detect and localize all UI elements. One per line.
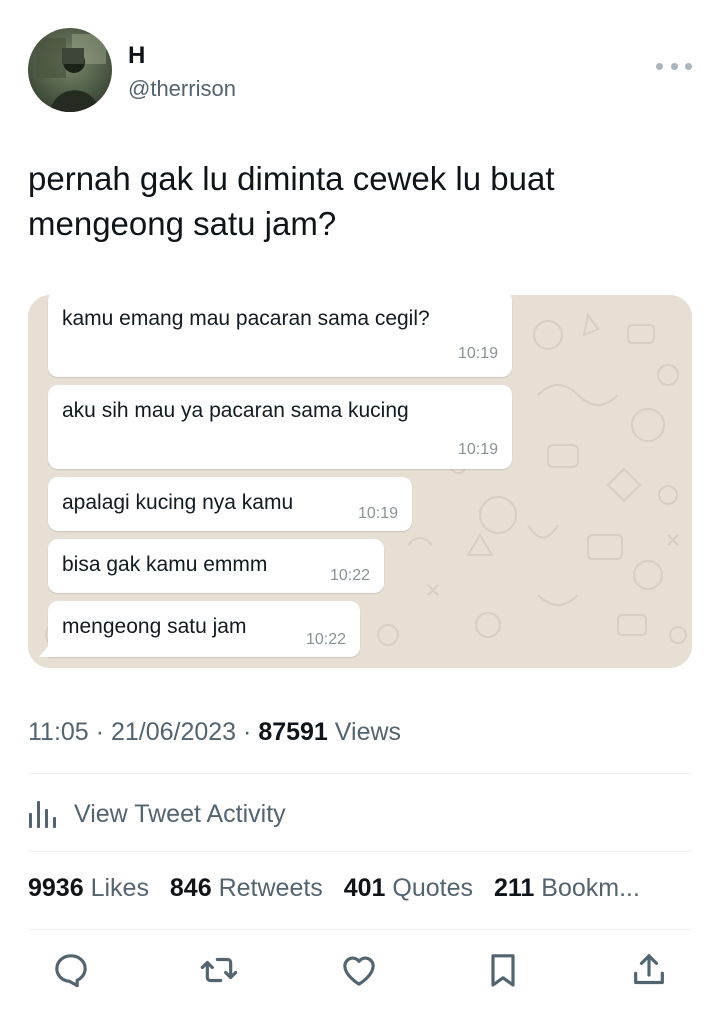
chat-message-text: bisa gak kamu emmm xyxy=(62,553,268,576)
author-handle[interactable]: @therrison xyxy=(128,76,236,102)
retweets-stat[interactable]: 846 Retweets xyxy=(170,874,323,902)
like-icon xyxy=(343,956,375,986)
quotes-label: Quotes xyxy=(392,874,474,902)
share-icon xyxy=(634,954,664,985)
bookmarks-count: 211 xyxy=(493,874,535,902)
bookmark-button[interactable] xyxy=(478,945,528,995)
bookmarks-label: Bookm... xyxy=(541,874,640,902)
tweet-time[interactable]: 11:05 xyxy=(28,718,89,746)
chat-message: apalagi kucing nya kamu 10:19 xyxy=(48,477,412,531)
reply-button[interactable] xyxy=(46,945,96,995)
chat-message-text: aku sih mau ya pacaran sama kucing xyxy=(62,399,409,422)
author-name[interactable]: H xyxy=(128,42,145,70)
tweet-media-image[interactable]: kamu emang mau pacaran sama cegil? 10:19… xyxy=(28,295,692,668)
tweet-action-bar xyxy=(28,945,692,995)
views-label: Views xyxy=(334,718,402,746)
divider xyxy=(28,773,692,774)
chat-message-time: 10:19 xyxy=(457,345,498,362)
chat-message: mengeong satu jam 10:22 xyxy=(39,601,360,657)
more-options-icon[interactable] xyxy=(656,58,692,74)
tweet-date[interactable]: 21/06/2023 xyxy=(111,718,236,746)
view-tweet-activity-button[interactable]: View Tweet Activity xyxy=(28,796,286,832)
likes-count: 9936 xyxy=(28,874,84,902)
tweet-text-line: pernah gak lu diminta cewek lu buat xyxy=(28,160,555,197)
meta-separator: · xyxy=(243,718,252,746)
views-count: 87591 xyxy=(258,718,328,746)
like-button[interactable] xyxy=(334,945,384,995)
tweet-text-line: mengeong satu jam? xyxy=(28,205,337,242)
retweets-count: 846 xyxy=(169,874,212,902)
view-tweet-activity-label: View Tweet Activity xyxy=(74,799,286,828)
share-button[interactable] xyxy=(624,945,674,995)
retweet-button[interactable] xyxy=(194,945,244,995)
tweet-meta: 11:05 · 21/06/2023 · 87591 Views xyxy=(28,718,401,747)
profile-photo-icon xyxy=(28,28,112,112)
divider xyxy=(28,929,692,930)
retweet-icon xyxy=(200,957,238,983)
retweets-label: Retweets xyxy=(218,874,323,902)
chat-message-time: 10:22 xyxy=(305,631,346,648)
avatar[interactable] xyxy=(28,28,112,112)
chat-message-time: 10:19 xyxy=(457,441,498,458)
quotes-stat[interactable]: 401 Quotes xyxy=(344,874,473,902)
chat-message: kamu emang mau pacaran sama cegil? 10:19 xyxy=(48,295,512,377)
likes-stat[interactable]: 9936 Likes xyxy=(28,874,149,902)
bubble-tail xyxy=(39,643,51,657)
analytics-bars-icon xyxy=(29,801,56,828)
engagement-stats: 9936 Likes 846 Retweets 401 Quotes 211 B… xyxy=(28,874,692,903)
chat-message-text: apalagi kucing nya kamu xyxy=(62,491,294,514)
chat-message: bisa gak kamu emmm 10:22 xyxy=(48,539,384,593)
chat-message-time: 10:22 xyxy=(329,567,370,584)
reply-icon xyxy=(55,954,87,988)
bookmarks-stat[interactable]: 211 Bookm... xyxy=(494,874,640,902)
quotes-count: 401 xyxy=(343,874,386,902)
likes-label: Likes xyxy=(90,874,149,902)
chat-message: aku sih mau ya pacaran sama kucing 10:19 xyxy=(48,385,512,469)
chat-message-text: kamu emang mau pacaran sama cegil? xyxy=(62,307,430,330)
meta-separator: · xyxy=(95,718,104,746)
tweet-text: pernah gak lu diminta cewek lu buat meng… xyxy=(28,156,692,246)
tweet-header: H @therrison xyxy=(28,28,692,112)
chat-message-text: mengeong satu jam xyxy=(62,615,247,638)
chat-message-time: 10:19 xyxy=(357,505,398,522)
bookmark-icon xyxy=(491,954,515,987)
divider xyxy=(28,851,692,852)
